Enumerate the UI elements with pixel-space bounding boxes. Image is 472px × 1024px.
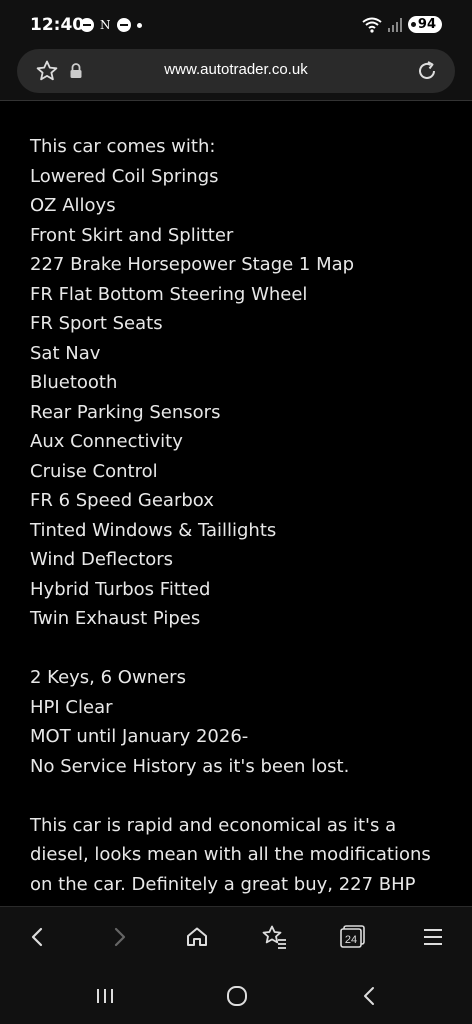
back-icon bbox=[31, 927, 43, 947]
feature-item: Tinted Windows & Taillights bbox=[30, 519, 277, 541]
detail-item: MOT until January 2026- bbox=[30, 726, 249, 747]
feature-item: Rear Parking Sensors bbox=[30, 401, 221, 423]
feature-item: Twin Exhaust Pipes bbox=[30, 608, 201, 629]
back-nav-icon bbox=[364, 987, 374, 1005]
url-text[interactable]: www.autotrader.co.uk bbox=[17, 61, 455, 78]
address-bar-container: www.autotrader.co.uk bbox=[0, 44, 472, 101]
tabs-icon: 24 bbox=[340, 925, 365, 948]
feature-item: FR Flat Bottom Steering Wheel bbox=[30, 283, 308, 305]
detail-item: 2 Keys, 6 Owners bbox=[30, 667, 186, 688]
detail-item: HPI Clear bbox=[30, 696, 113, 718]
n-icon: N bbox=[100, 18, 111, 32]
feature-item: FR Sport Seats bbox=[30, 313, 163, 334]
browser-toolbar: 24 bbox=[0, 906, 472, 967]
detail-item: No Service History as it's been lost. bbox=[30, 755, 350, 777]
tabs-button[interactable]: 24 bbox=[337, 921, 369, 953]
system-navigation-bar bbox=[0, 966, 472, 1024]
system-icons: 94 bbox=[362, 16, 442, 33]
menu-button[interactable] bbox=[417, 921, 449, 953]
battery-icon: 94 bbox=[407, 16, 442, 33]
home-button[interactable] bbox=[181, 921, 213, 953]
menu-icon bbox=[424, 929, 442, 945]
dot-icon bbox=[136, 22, 142, 28]
listing-description: This car comes with: Lowered Coil Spring… bbox=[30, 132, 450, 899]
home-button-icon bbox=[227, 986, 247, 1006]
back-button[interactable] bbox=[22, 921, 54, 953]
feature-item: Sat Nav bbox=[30, 342, 101, 364]
home-icon bbox=[187, 927, 207, 946]
feature-item: 227 Brake Horsepower Stage 1 Map bbox=[30, 254, 355, 275]
feature-item: OZ Alloys bbox=[30, 195, 116, 216]
signal-icon bbox=[387, 17, 402, 32]
feature-item: FR 6 Speed Gearbox bbox=[30, 490, 214, 511]
feature-item: Lowered Coil Springs bbox=[30, 165, 219, 187]
tabs-count: 24 bbox=[345, 934, 357, 946]
forward-icon bbox=[114, 927, 126, 947]
address-bar[interactable]: www.autotrader.co.uk bbox=[17, 49, 455, 93]
feature-item: Front Skirt and Splitter bbox=[30, 224, 234, 246]
status-time: 12:40 bbox=[30, 15, 85, 35]
feature-item: Bluetooth bbox=[30, 372, 118, 393]
feature-item: Hybrid Turbos Fitted bbox=[30, 578, 211, 600]
notification-icons: N bbox=[80, 18, 142, 32]
feature-item: Cruise Control bbox=[30, 460, 158, 482]
home-nav-button[interactable] bbox=[221, 980, 253, 1012]
recent-apps-icon bbox=[97, 989, 113, 1003]
feature-item: Aux Connectivity bbox=[30, 431, 183, 452]
reload-icon[interactable] bbox=[415, 59, 439, 83]
features-intro: This car comes with: bbox=[30, 136, 216, 157]
recent-apps-button[interactable] bbox=[89, 980, 121, 1012]
description-paragraph: This car is rapid and economical as it's… bbox=[30, 814, 431, 895]
back-nav-button[interactable] bbox=[354, 980, 386, 1012]
dnd-icon bbox=[80, 18, 94, 32]
dnd-icon bbox=[116, 18, 131, 32]
wifi-icon bbox=[362, 17, 382, 33]
bookmarks-icon bbox=[262, 925, 286, 949]
bookmarks-button[interactable] bbox=[259, 921, 291, 953]
feature-item: Wind Deflectors bbox=[30, 549, 174, 570]
forward-button[interactable] bbox=[103, 921, 135, 953]
